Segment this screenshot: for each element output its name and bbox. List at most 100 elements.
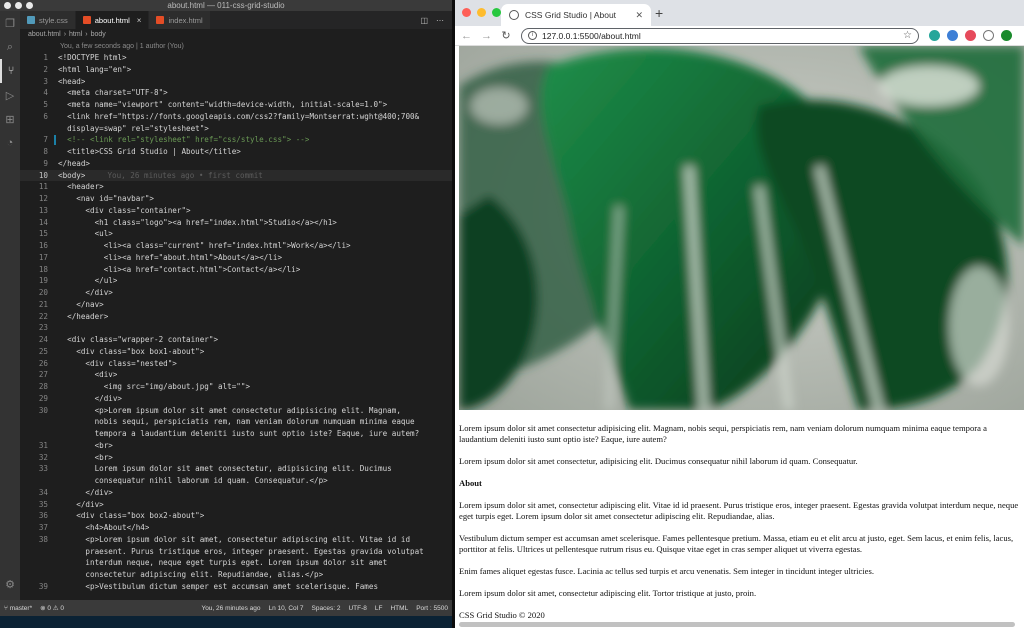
code-line[interactable]: 30 <p>Lorem ipsum dolor sit amet consect… bbox=[20, 405, 452, 417]
editor-tab[interactable]: index.html bbox=[149, 11, 211, 29]
site-info-icon[interactable]: i bbox=[528, 31, 537, 40]
close-tab-icon[interactable]: × bbox=[137, 16, 142, 25]
codelens-blame[interactable]: You, a few seconds ago | 1 author (You) bbox=[20, 41, 452, 52]
code-line[interactable]: tempora a laudantium deleniti iusto sunt… bbox=[20, 428, 452, 440]
code-line[interactable]: 31 <br> bbox=[20, 440, 452, 452]
horizontal-scrollbar[interactable] bbox=[459, 622, 1015, 627]
editor-tab[interactable]: style.css bbox=[20, 11, 76, 29]
code-line[interactable]: 19 </ul> bbox=[20, 275, 452, 287]
more-actions-icon[interactable]: ⋯ bbox=[436, 16, 444, 25]
code-line[interactable]: 12 <nav id="navbar"> bbox=[20, 193, 452, 205]
code-line[interactable]: 39 <p>Vestibulum dictum semper est accum… bbox=[20, 581, 452, 593]
extensions-icon[interactable]: ⊞ bbox=[0, 107, 20, 131]
code-line[interactable]: praesent. Purus tristique eros, integer … bbox=[20, 546, 452, 558]
extension-icon[interactable] bbox=[947, 30, 958, 41]
code-line[interactable]: consectetur adipiscing elit. Repudiandae… bbox=[20, 569, 452, 581]
code-line[interactable]: 28 <img src="img/about.jpg" alt=""> bbox=[20, 381, 452, 393]
status-branch[interactable]: ⑂ master* bbox=[4, 605, 32, 612]
status-blame[interactable]: You, 26 minutes ago bbox=[201, 605, 260, 612]
code-line[interactable]: 35 </div> bbox=[20, 499, 452, 511]
close-tab-icon[interactable]: ✕ bbox=[635, 10, 643, 21]
forward-icon[interactable]: → bbox=[481, 30, 492, 42]
code-line[interactable]: 23 bbox=[20, 322, 452, 334]
address-bar[interactable]: i 127.0.0.1:5500/about.html ☆ bbox=[521, 27, 919, 44]
status-problems[interactable]: ⊗ 0 ⚠ 0 bbox=[40, 604, 64, 612]
breadcrumb-html[interactable]: html bbox=[69, 29, 82, 41]
code-line[interactable]: 13 <div class="container"> bbox=[20, 205, 452, 217]
code-line[interactable]: 32 <br> bbox=[20, 452, 452, 464]
code-text: <p>Lorem ipsum dolor sit amet consectetu… bbox=[58, 405, 401, 415]
code-line[interactable]: 15 <ul> bbox=[20, 228, 452, 240]
code-line[interactable]: 25 <div class="box box1-about"> bbox=[20, 346, 452, 358]
window-controls[interactable] bbox=[4, 2, 33, 9]
extension-icon[interactable] bbox=[983, 30, 994, 41]
minimize-window-icon[interactable] bbox=[477, 8, 486, 17]
code-line[interactable]: 9 </head> bbox=[20, 158, 452, 170]
status-spaces[interactable]: Spaces: 2 bbox=[312, 605, 341, 612]
code-line[interactable]: 17 <li><a href="about.html">About</a></l… bbox=[20, 252, 452, 264]
code-line[interactable]: 38 <p>Lorem ipsum dolor sit amet, consec… bbox=[20, 534, 452, 546]
line-number: 9 bbox=[43, 158, 48, 168]
line-number: 36 bbox=[38, 511, 48, 521]
breadcrumb-file[interactable]: about.html bbox=[28, 29, 61, 41]
code-line[interactable]: display=swap" rel="stylesheet"> bbox=[20, 123, 452, 135]
profile-avatar[interactable] bbox=[1001, 30, 1012, 41]
reload-icon[interactable]: ↻ bbox=[501, 29, 511, 42]
code-line[interactable]: consequatur nihil laborum id quam. Conse… bbox=[20, 475, 452, 487]
code-line[interactable]: interdum neque, neque eget turpis eget. … bbox=[20, 557, 452, 569]
status-eol[interactable]: LF bbox=[375, 605, 383, 612]
window-controls[interactable] bbox=[462, 8, 501, 17]
code-line[interactable]: 8 <title>CSS Grid Studio | About</title> bbox=[20, 146, 452, 158]
extension-icon[interactable] bbox=[929, 30, 940, 41]
code-line[interactable]: 16 <li><a class="current" href="index.ht… bbox=[20, 240, 452, 252]
back-icon[interactable]: ← bbox=[461, 30, 472, 42]
code-line[interactable]: 27 <div> bbox=[20, 369, 452, 381]
git-history-icon[interactable]: ◔ bbox=[0, 131, 20, 155]
code-line[interactable]: 5 <meta name="viewport" content="width=d… bbox=[20, 99, 452, 111]
code-line[interactable]: 22 </header> bbox=[20, 311, 452, 323]
breadcrumb-body[interactable]: body bbox=[91, 29, 106, 41]
status-encoding[interactable]: UTF-8 bbox=[348, 605, 366, 612]
new-tab-button[interactable]: + bbox=[655, 5, 663, 21]
about-hero-image bbox=[459, 46, 1024, 410]
extension-icon[interactable] bbox=[965, 30, 976, 41]
explorer-icon[interactable]: ❐ bbox=[0, 11, 20, 35]
code-line[interactable]: 20 </div> bbox=[20, 287, 452, 299]
maximize-window-icon[interactable] bbox=[492, 8, 501, 17]
status-position[interactable]: Ln 10, Col 7 bbox=[268, 605, 303, 612]
url-text[interactable]: 127.0.0.1:5500/about.html bbox=[542, 31, 641, 41]
code-editor[interactable]: 1 <!DOCTYPE html> 2 <html lang="en"> 3 <head>… bbox=[20, 52, 452, 600]
source-control-icon[interactable]: ⑂ bbox=[0, 59, 20, 83]
code-line[interactable]: 6 <link href="https://fonts.googleapis.c… bbox=[20, 111, 452, 123]
close-window-icon[interactable] bbox=[462, 8, 471, 17]
code-line[interactable]: 14 <h1 class="logo"><a href="index.html"… bbox=[20, 217, 452, 229]
code-line[interactable]: nobis sequi, perspiciatis rem, nam venia… bbox=[20, 416, 452, 428]
bookmark-star-icon[interactable]: ☆ bbox=[903, 30, 912, 41]
browser-tab[interactable]: CSS Grid Studio | About ✕ bbox=[501, 4, 651, 26]
code-line[interactable]: 7 <!-- <link rel="stylesheet" href="css/… bbox=[20, 134, 452, 146]
code-line[interactable]: 34 </div> bbox=[20, 487, 452, 499]
code-line[interactable]: 4 <meta charset="UTF-8"> bbox=[20, 87, 452, 99]
line-number bbox=[20, 557, 58, 569]
gear-icon[interactable]: ⚙ bbox=[0, 572, 20, 596]
code-line[interactable]: 29 </div> bbox=[20, 393, 452, 405]
run-debug-icon[interactable]: ▷ bbox=[0, 83, 20, 107]
status-language[interactable]: HTML bbox=[390, 605, 408, 612]
page-viewport[interactable]: Lorem ipsum dolor sit amet consectetur a… bbox=[455, 46, 1024, 628]
code-line[interactable]: 36 <div class="box box2-about"> bbox=[20, 510, 452, 522]
code-line[interactable]: 37 <h4>About</h4> bbox=[20, 522, 452, 534]
search-icon[interactable]: ⌕ bbox=[0, 35, 20, 59]
code-line[interactable]: 2 <html lang="en"> bbox=[20, 64, 452, 76]
status-live-server[interactable]: Port : 5500 bbox=[416, 605, 448, 612]
split-editor-icon[interactable]: ◫ bbox=[420, 16, 428, 25]
code-line[interactable]: 24 <div class="wrapper-2 container"> bbox=[20, 334, 452, 346]
code-line[interactable]: 18 <li><a href="contact.html">Contact</a… bbox=[20, 264, 452, 276]
code-line[interactable]: 1 <!DOCTYPE html> bbox=[20, 52, 452, 64]
code-line[interactable]: 11 <header> bbox=[20, 181, 452, 193]
code-line[interactable]: 21 </nav> bbox=[20, 299, 452, 311]
code-line[interactable]: 3 <head> bbox=[20, 76, 452, 88]
code-line[interactable]: 33 Lorem ipsum dolor sit amet consectetu… bbox=[20, 463, 452, 475]
code-line[interactable]: 26 <div class="nested"> bbox=[20, 358, 452, 370]
editor-tab[interactable]: about.html × bbox=[75, 11, 150, 29]
code-line[interactable]: 10 <body> You, 26 minutes ago • first comm… bbox=[20, 169, 452, 182]
